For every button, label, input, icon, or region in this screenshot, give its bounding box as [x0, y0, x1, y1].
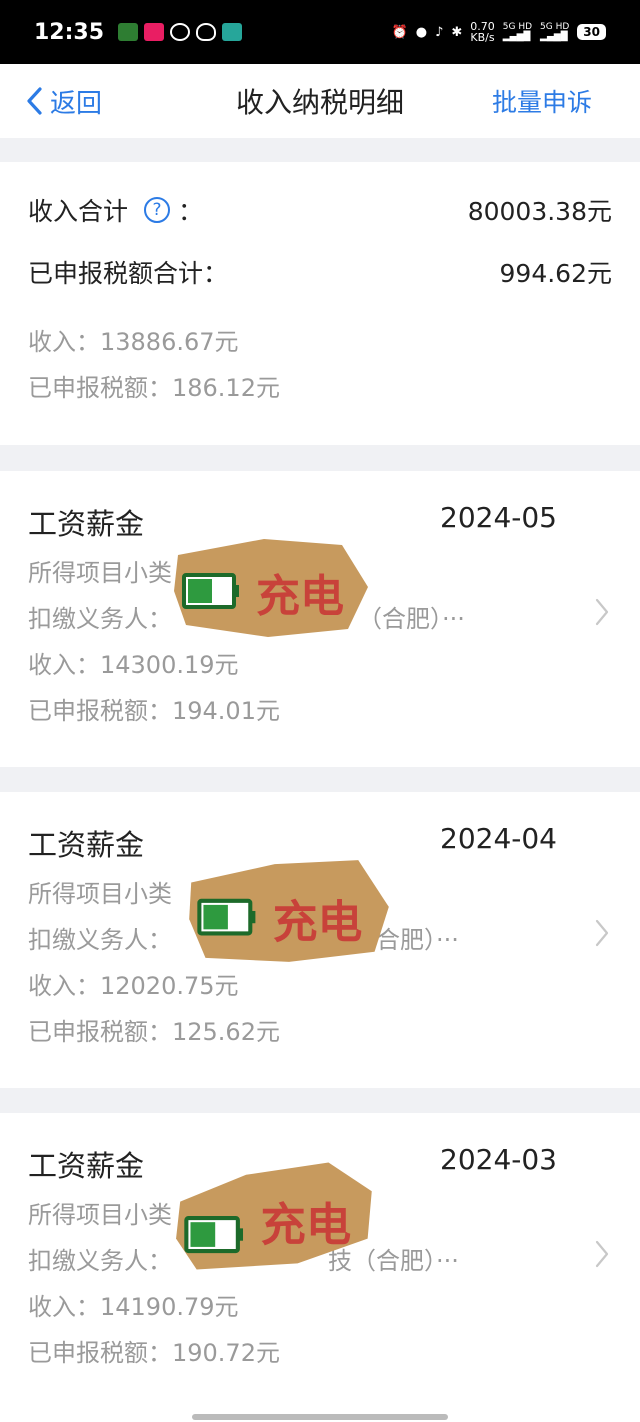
- record-withholder: 扣缴义务人： （合肥）···: [28, 605, 465, 633]
- svg-text:充电: 充电: [273, 895, 363, 948]
- chevron-right-icon: [595, 598, 609, 626]
- signal-1: 5G HD ▂▄▆█: [502, 22, 533, 42]
- record-income: 收入：14190.79元: [28, 1293, 239, 1321]
- income-record-card[interactable]: 工资薪金 2024-03 所得项目小类 扣缴义务人： 技（合肥）··· 收入：1…: [0, 1113, 640, 1422]
- back-button[interactable]: 返回: [24, 83, 102, 120]
- tax-total-label: 已申报税额合计：: [28, 259, 229, 288]
- record-date: 2024-04: [440, 822, 557, 855]
- alarm-icon: ⏰: [391, 24, 408, 40]
- income-record-card[interactable]: 工资薪金 2024-05 所得项目小类 扣缴义务人： （合肥）··· 收入：14…: [0, 471, 640, 767]
- record-title: 工资薪金: [28, 828, 145, 862]
- record-subcategory: 所得项目小类: [28, 1201, 172, 1229]
- status-app-icons: [118, 23, 243, 41]
- svg-text:充电: 充电: [261, 1199, 352, 1252]
- status-bar: 12:35 ⏰ ● ♪ ✱ 0.70 KB/s 5G HD ▂▄▆█ 5G HD ▂…: [0, 0, 640, 64]
- status-time: 12:35: [34, 19, 105, 45]
- record-title: 工资薪金: [28, 507, 145, 541]
- app-notification-icon: [170, 23, 191, 41]
- record-subcategory: 所得项目小类: [28, 880, 172, 908]
- record-tax: 已申报税额：125.62元: [28, 1018, 280, 1046]
- svg-text:充电: 充电: [256, 571, 344, 622]
- record-subcategory: 所得项目小类: [28, 559, 172, 587]
- summary-card: 收入合计 ? ： 80003.38元 已申报税额合计： 994.62元 收入：1…: [0, 162, 640, 445]
- charging-sticker-image: 充电: [174, 539, 368, 637]
- app-notification-icon: [144, 23, 165, 41]
- record-tax: 已申报税额：190.72元: [28, 1339, 280, 1367]
- record-income: 收入：14300.19元: [28, 651, 239, 679]
- tax-total-row: 已申报税额合计： 994.62元: [28, 254, 612, 290]
- record-title: 工资薪金: [28, 1149, 145, 1183]
- record-withholder: 扣缴义务人： 合肥）···: [28, 926, 459, 954]
- charging-sticker-image: 充电: [189, 860, 389, 962]
- app-notification-icon: [222, 23, 243, 41]
- network-speed: 0.70 KB/s: [470, 20, 495, 44]
- income-total-row: 收入合计 ? ： 80003.38元: [28, 192, 612, 228]
- charging-sticker-image: 充电: [176, 1162, 372, 1270]
- record-withholder: 扣缴义务人： 技（合肥）···: [28, 1247, 459, 1275]
- tax-total-value: 994.62元: [499, 259, 612, 288]
- home-indicator[interactable]: [192, 1414, 448, 1420]
- summary-tax-line: 已申报税额：186.12元: [28, 374, 280, 402]
- chevron-left-icon: [27, 87, 42, 115]
- weibo-icon: [196, 23, 217, 41]
- chevron-right-icon: [595, 1240, 609, 1268]
- batch-appeal-button[interactable]: 批量申诉: [492, 83, 592, 119]
- nav-bar: 返回 收入纳税明细 批量申诉: [0, 64, 640, 138]
- record-date: 2024-05: [440, 501, 557, 534]
- help-icon[interactable]: ?: [144, 197, 171, 223]
- income-record-card[interactable]: 工资薪金 2024-04 所得项目小类 扣缴义务人： 合肥）··· 收入：120…: [0, 792, 640, 1088]
- record-income: 收入：12020.75元: [28, 972, 239, 1000]
- battery-icon: 30: [577, 24, 606, 40]
- record-date: 2024-03: [440, 1143, 557, 1176]
- record-tax: 已申报税额：194.01元: [28, 697, 280, 725]
- income-total-label: 收入合计: [28, 197, 129, 226]
- status-indicators: ⏰ ● ♪ ✱ 0.70 KB/s 5G HD ▂▄▆█ 5G HD ▂▄▆█ 30: [392, 21, 606, 43]
- location-icon: ●: [415, 24, 428, 40]
- app-notification-icon: [118, 23, 139, 41]
- summary-income-line: 收入：13886.67元: [28, 328, 239, 356]
- back-label: 返回: [50, 88, 103, 119]
- income-total-colon: ：: [178, 197, 204, 226]
- signal-2: 5G HD ▂▄▆█: [540, 22, 570, 42]
- bluetooth-icon: ✱: [451, 24, 463, 40]
- chevron-right-icon: [595, 919, 609, 947]
- income-total-value: 80003.38元: [467, 197, 612, 226]
- mute-icon: ♪: [435, 24, 444, 40]
